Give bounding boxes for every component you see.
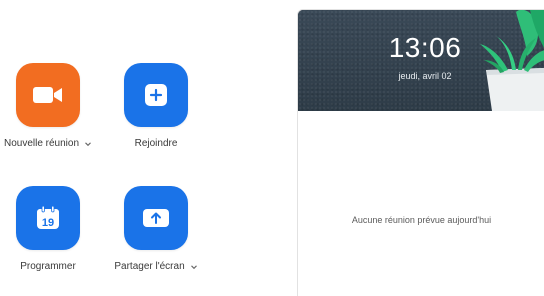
new-meeting-label: Nouvelle réunion (3, 138, 80, 149)
video-camera-icon (33, 87, 62, 103)
schedule-button[interactable]: 19 (16, 186, 80, 250)
join-label: Rejoindre (134, 138, 178, 149)
schedule-label: Programmer (20, 261, 76, 272)
share-screen-button[interactable] (124, 186, 188, 250)
share-screen-icon (143, 209, 169, 227)
zoom-home: Nouvelle réunion Rejoindre 19 Programmer… (0, 0, 544, 296)
no-meetings-message: Aucune réunion prévue aujourd'hui (351, 215, 492, 225)
join-tile: Rejoindre (101, 63, 211, 151)
plus-icon (145, 84, 167, 106)
join-button[interactable] (124, 63, 188, 127)
new-meeting-button[interactable] (16, 63, 80, 127)
schedule-label-wrap[interactable]: Programmer (20, 261, 76, 272)
share-screen-dropdown[interactable]: Partager l'écran (114, 261, 197, 272)
upcoming-meetings-panel: 13:06 jeudi, avril 02 Aucune réunion pré… (297, 9, 544, 296)
calendar-day: 19 (42, 217, 54, 229)
share-screen-label: Partager l'écran (114, 261, 185, 272)
clock-date: jeudi, avril 02 (398, 71, 452, 81)
share-screen-tile: Partager l'écran (101, 186, 211, 274)
chevron-down-icon (190, 264, 197, 269)
schedule-tile: 19 Programmer (0, 186, 103, 274)
join-label-wrap[interactable]: Rejoindre (135, 138, 178, 149)
clock-header: 13:06 jeudi, avril 02 (298, 10, 544, 111)
new-meeting-tile: Nouvelle réunion (0, 63, 103, 151)
chevron-down-icon (85, 141, 91, 146)
calendar-icon: 19 (37, 205, 59, 229)
new-meeting-dropdown[interactable]: Nouvelle réunion (4, 138, 92, 149)
clock-time: 13:06 (388, 32, 462, 63)
plant-icon (480, 10, 544, 111)
